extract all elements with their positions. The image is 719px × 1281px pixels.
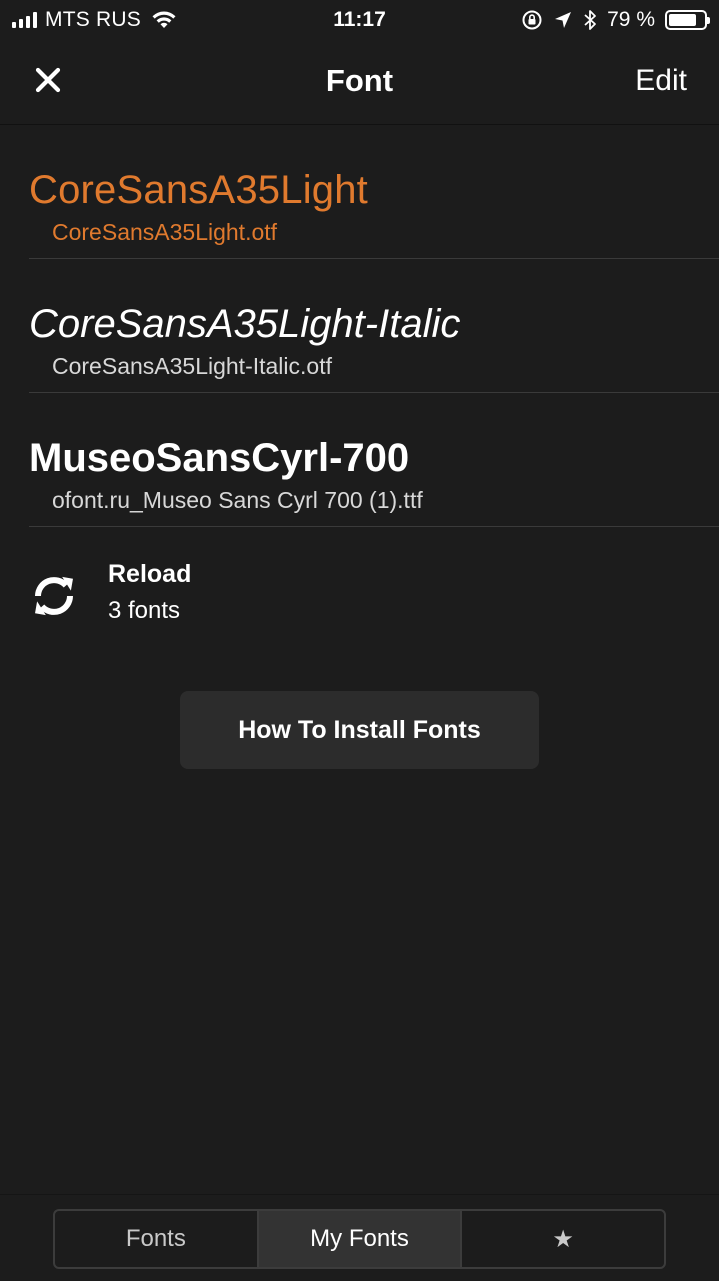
battery-icon [665,10,710,30]
battery-fill [669,14,696,26]
font-row-coresans-light-italic[interactable]: CoreSansA35Light-Italic CoreSansA35Light… [29,259,719,393]
font-file: CoreSansA35Light.otf [52,219,278,245]
font-name: MuseoSansCyrl-700 [29,436,410,480]
nav-bar: Font Edit [0,40,719,125]
status-bar-right: 79 % [521,6,710,34]
font-row-coresans-light[interactable]: CoreSansA35Light CoreSansA35Light.otf [29,125,719,259]
edit-button[interactable]: Edit [635,40,687,122]
status-bar: MTS RUS 11:17 79 % [0,0,719,40]
font-row-museo-sans-cyrl[interactable]: MuseoSansCyrl-700 ofont.ru_Museo Sans Cy… [29,393,719,527]
bluetooth-icon [584,10,597,30]
battery-percent: 79 % [607,8,655,31]
reload-button[interactable]: Reload 3 fonts [0,540,719,650]
how-to-install-fonts-button[interactable]: How To Install Fonts [180,691,539,769]
font-file: CoreSansA35Light-Italic.otf [52,353,332,379]
segmented-control: Fonts My Fonts ★ [53,1209,666,1269]
reload-title: Reload [108,560,192,588]
location-icon [555,12,572,28]
font-count: 3 fonts [108,597,181,624]
tab-my-fonts[interactable]: My Fonts [256,1211,461,1267]
font-name: CoreSansA35Light-Italic [29,302,461,346]
tab-fonts[interactable]: Fonts [55,1211,257,1267]
page-title: Font [325,63,394,98]
bottom-tab-bar: Fonts My Fonts ★ [0,1194,719,1281]
tab-favorites-star-icon[interactable]: ★ [460,1211,664,1267]
font-list: CoreSansA35Light CoreSansA35Light.otf Co… [0,125,719,527]
rotation-lock-icon [522,10,542,30]
reload-icon [35,576,73,616]
font-name: CoreSansA35Light [29,168,368,212]
font-file: ofont.ru_Museo Sans Cyrl 700 (1).ttf [52,487,423,513]
